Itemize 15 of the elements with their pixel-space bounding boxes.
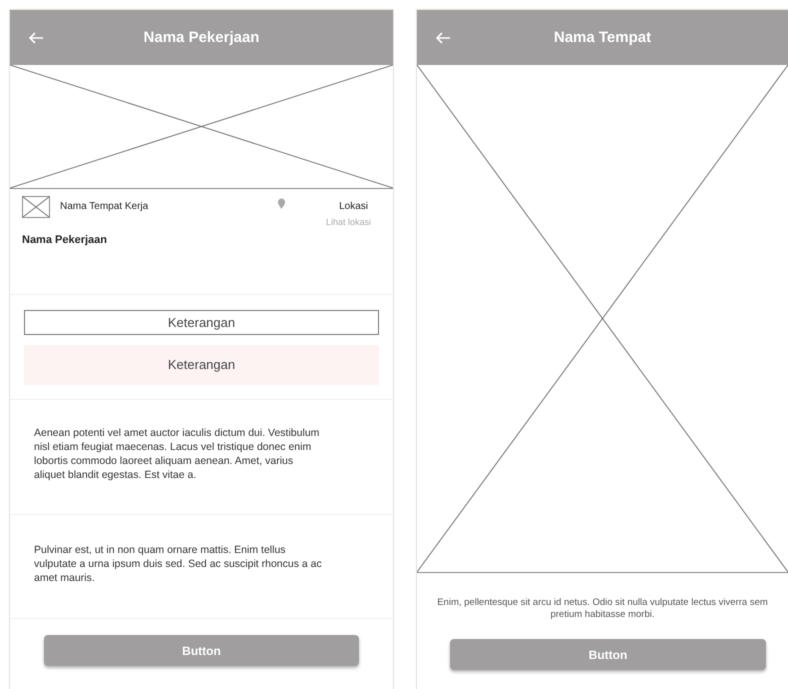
primary-button[interactable]: Button: [44, 635, 359, 666]
view-location-link[interactable]: Lihat lokasi: [326, 217, 371, 227]
caption-text: Enim, pellentesque sit arcu id netus. Odio sit nulla vulputate lectus viverra sem pretium habitasse morbi.: [437, 597, 768, 621]
place-name: Nama Tempat Kerja: [60, 201, 150, 212]
location-pin-icon: [276, 198, 286, 209]
info-label: Keterangan: [24, 310, 379, 335]
location-label: Lokasi: [339, 201, 368, 212]
image-placeholder-icon: [22, 196, 50, 218]
description-paragraph: Aenean potenti vel amet auctor iaculis dictum dui. Vestibulum nisl etiam feugiat maecenas. Lacus vel tristique donec enim lobortis commodo laoreet aliquam aenean. Amet, varius aliquet blandit egestas. Est vitae a.: [34, 426, 320, 482]
info-label: Keterangan: [24, 345, 379, 385]
description-paragraph: Pulvinar est, ut in non quam ornare mattis. Enim tellus vulputate a urna ipsum duis sed. Sed ac suscipit rhoncus a ac amet mauris.: [34, 543, 323, 585]
screen-title: Nama Pekerjaan: [144, 29, 260, 46]
job-title: Nama Pekerjaan: [22, 234, 108, 246]
primary-button[interactable]: Button: [450, 639, 766, 670]
screen-title: Nama Tempat: [554, 29, 652, 46]
